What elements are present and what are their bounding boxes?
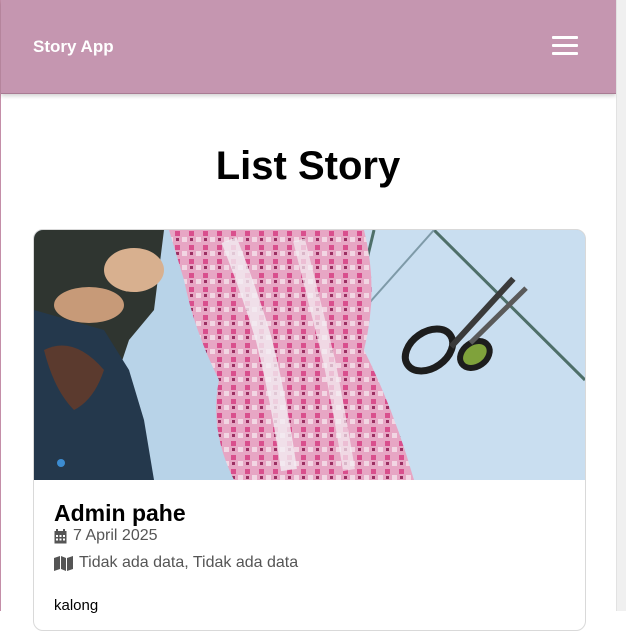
scrollbar[interactable]	[616, 0, 626, 611]
calendar-icon	[54, 528, 67, 544]
map-icon	[54, 555, 73, 571]
story-card[interactable]: Admin pahe 7 April 2025 Tidak ada data, …	[33, 229, 586, 631]
story-author: Admin pahe	[54, 500, 186, 526]
brand-link[interactable]: Story App	[33, 37, 114, 57]
hamburger-menu-icon[interactable]	[552, 36, 578, 60]
story-location: Tidak ada data, Tidak ada data	[54, 554, 565, 572]
app-header: Story App	[1, 0, 616, 94]
story-location-text: Tidak ada data, Tidak ada data	[79, 554, 299, 571]
story-date-text: 7 April 2025	[73, 527, 158, 544]
story-date: 7 April 2025	[54, 527, 565, 545]
story-description: kalong	[54, 597, 99, 614]
story-photo	[34, 230, 585, 480]
page-title: List Story	[215, 144, 401, 188]
